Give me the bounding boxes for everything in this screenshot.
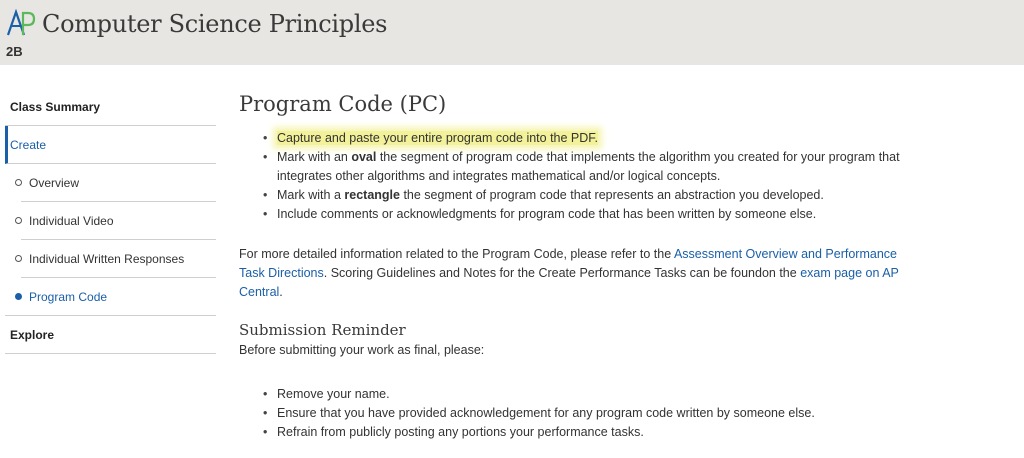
sidebar-item-label: Create (10, 137, 47, 152)
sidebar-nav: Class Summary Create Overview Individual… (5, 88, 216, 354)
highlighted-text: Capture and paste your entire program co… (277, 131, 599, 145)
sidebar-item-label: Program Code (29, 290, 108, 304)
reminder-list: Remove your name. Ensure that you have p… (239, 385, 919, 442)
list-item: Capture and paste your entire program co… (239, 129, 919, 148)
app-title: Computer Science Principles (42, 10, 388, 38)
list-item: Mark with an oval the segment of program… (239, 148, 919, 186)
info-paragraph: For more detailed information related to… (239, 247, 899, 299)
circle-bullet-icon (15, 255, 22, 262)
bold-term: oval (351, 150, 377, 164)
sidebar-item-class-summary[interactable]: Class Summary (5, 88, 216, 126)
requirements-list: Capture and paste your entire program co… (239, 129, 919, 224)
filled-bullet-icon (15, 293, 22, 300)
sidebar-item-label: Overview (29, 176, 80, 190)
circle-bullet-icon (15, 217, 22, 224)
circle-bullet-icon (15, 179, 22, 186)
sidebar-subitem-overview[interactable]: Overview (5, 164, 216, 202)
sidebar-subitem-individual-video[interactable]: Individual Video (5, 202, 216, 240)
sidebar-item-create[interactable]: Create (5, 126, 216, 164)
sidebar-item-label: Explore (10, 327, 55, 342)
list-item: Ensure that you have provided acknowledg… (239, 404, 919, 423)
ap-logo-icon (6, 9, 36, 36)
sidebar-subitem-individual-written-responses[interactable]: Individual Written Responses (5, 240, 216, 278)
list-item: Mark with a rectangle the segment of pro… (239, 186, 919, 205)
submission-reminder-heading: Submission Reminder (239, 321, 406, 339)
sidebar-subitem-program-code[interactable]: Program Code (5, 278, 216, 316)
list-item: Refrain from publicly posting any portio… (239, 423, 919, 442)
bold-term: rectangle (344, 188, 400, 202)
sidebar-item-label: Individual Video (29, 214, 114, 228)
class-code: 2B (6, 44, 23, 59)
sidebar-item-label: Individual Written Responses (29, 252, 185, 266)
list-item: Include comments or acknowledgments for … (239, 205, 919, 224)
main-content: Program Code (PC) Capture and paste your… (239, 92, 919, 442)
list-item: Remove your name. (239, 385, 919, 404)
reminder-intro: Before submitting your work as final, pl… (239, 343, 485, 357)
app-header: Computer Science Principles 2B (0, 0, 1024, 65)
sidebar-item-explore[interactable]: Explore (5, 316, 216, 354)
sidebar-item-label: Class Summary (10, 99, 101, 114)
page-title: Program Code (PC) (239, 92, 447, 116)
